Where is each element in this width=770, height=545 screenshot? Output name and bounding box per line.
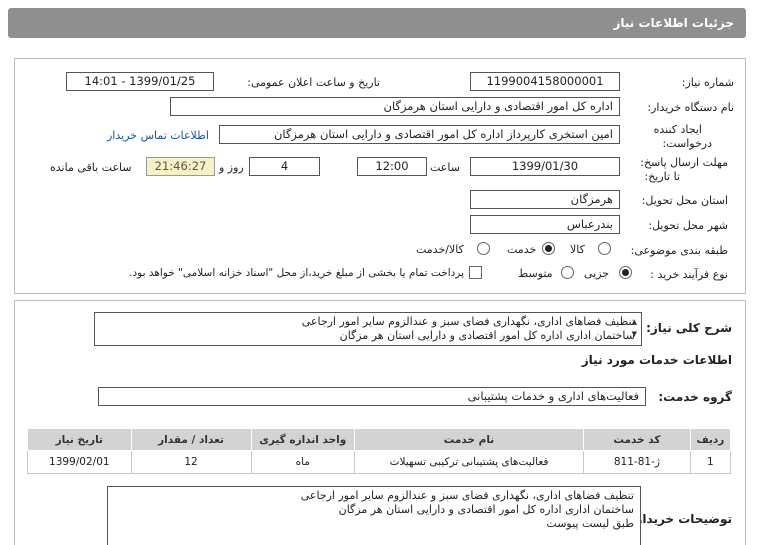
- notes-line-2: ساختمان اداری اداره کل امور اقتصادی و دا…: [338, 503, 634, 516]
- cell-service-code: ژ-81-811: [582, 450, 691, 474]
- city-field: بندرعباس: [470, 215, 620, 234]
- service-group-label: گروه خدمت:: [658, 390, 732, 404]
- cell-quantity: 12: [130, 450, 252, 474]
- days-label: روز و: [219, 161, 244, 174]
- buyer-label: نام دستگاه خریدار:: [647, 101, 734, 114]
- category-goods-radio[interactable]: [598, 242, 611, 255]
- table-header-row: ردیف کد خدمت نام خدمت واحد اندازه گیری ت…: [27, 428, 732, 451]
- category-service-radio[interactable]: [542, 242, 555, 255]
- buyer-notes-textarea: تنظیف فضاهای اداری، نگهداری فضای سبز و ع…: [107, 486, 641, 545]
- deadline-label-2: تا تاریخ:: [644, 170, 680, 183]
- deadline-label-1: مهلت ارسال پاسخ:: [640, 156, 728, 169]
- category-goods-service-label: کالا/خدمت: [416, 243, 464, 256]
- treasury-payment-checkbox[interactable]: [469, 266, 482, 279]
- table-row: 1 ژ-81-811 فعالیت‌های پشتیبانی ترکیبی تس…: [27, 450, 732, 474]
- buyer-contact-link[interactable]: اطلاعات تماس خریدار: [107, 129, 209, 142]
- process-minor-radio[interactable]: [619, 266, 632, 279]
- buyer-notes-label: توضیحات خریدار:: [630, 512, 732, 526]
- remaining-time-field: 21:46:27: [146, 157, 215, 176]
- process-minor-label: جزیی: [584, 267, 610, 280]
- province-field: هرمزگان: [470, 190, 620, 209]
- process-medium-label: متوسط: [518, 267, 553, 280]
- deadline-date-field: 1399/01/30: [470, 157, 620, 176]
- category-goods-label: کالا: [570, 243, 585, 256]
- summary-textarea: تنظیف فضاهای اداری، نگهداری فضای سبز و ع…: [94, 312, 642, 346]
- need-number-field: 1199004158000001: [470, 72, 620, 91]
- summary-label: شرح کلی نیاز:: [646, 321, 732, 335]
- remaining-time-label: ساعت باقی مانده: [50, 161, 132, 174]
- city-label: شهر محل تحویل:: [648, 219, 728, 232]
- process-medium-radio[interactable]: [561, 266, 574, 279]
- need-number-label: شماره نیاز:: [681, 76, 734, 89]
- need-info-panel: [14, 58, 746, 294]
- category-service-label: خدمت: [507, 243, 537, 256]
- category-goods-service-radio[interactable]: [477, 242, 490, 255]
- cell-service-name: فعالیت‌های پشتیبانی ترکیبی تسهیلات: [354, 450, 584, 474]
- notes-line-1: تنظیف فضاهای اداری، نگهداری فضای سبز و ع…: [300, 489, 634, 502]
- treasury-payment-note: پرداخت تمام یا بخشی از مبلغ خرید،از محل …: [129, 267, 464, 279]
- buyer-field: اداره کل امور اقتصادی و دارایی استان هرم…: [170, 97, 620, 116]
- services-table: ردیف کد خدمت نام خدمت واحد اندازه گیری ت…: [27, 428, 732, 474]
- col-header-service-name: نام خدمت: [354, 428, 584, 451]
- announce-date-field: 1399/01/25 - 14:01: [66, 72, 214, 91]
- deadline-time-label: ساعت: [430, 161, 460, 174]
- cell-need-date: 1399/02/01: [27, 450, 132, 474]
- notes-line-3: طبق لیست پیوست: [546, 517, 634, 530]
- days-remaining-field: 4: [249, 157, 320, 176]
- scroll-down-icon[interactable]: ▼: [632, 327, 637, 341]
- province-label: استان محل تحویل:: [641, 194, 728, 207]
- col-header-service-code: کد خدمت: [582, 428, 691, 451]
- deadline-time-field: 12:00: [357, 157, 427, 176]
- category-label: طبقه بندی موضوعی:: [630, 244, 728, 257]
- cell-row-num: 1: [689, 450, 732, 474]
- summary-line-2: ساختمان اداری اداره کل امور اقتصادی و دا…: [339, 329, 635, 342]
- col-header-row-num: ردیف: [689, 428, 732, 451]
- col-header-unit: واحد اندازه گیری: [250, 428, 356, 451]
- services-section-title: اطلاعات خدمات مورد نیاز: [581, 353, 732, 367]
- requester-label-2: درخواست:: [662, 137, 712, 150]
- col-header-quantity: تعداد / مقدار: [130, 428, 252, 451]
- requester-field: امین استخری کارپرداز اداره کل امور اقتصا…: [219, 125, 620, 144]
- summary-line-1: تنظیف فضاهای اداری، نگهداری فضای سبز و ع…: [301, 315, 635, 328]
- service-group-field: فعالیت‌های اداری و خدمات پشتیبانی: [98, 387, 646, 406]
- cell-unit: ماه: [250, 450, 356, 474]
- col-header-need-date: تاریخ نیاز: [27, 428, 132, 451]
- page-header: جزئیات اطلاعات نیاز: [8, 8, 746, 38]
- requester-label-1: ایجاد کننده: [653, 123, 702, 136]
- announce-date-label: تاریخ و ساعت اعلان عمومی:: [247, 76, 380, 89]
- page-title: جزئیات اطلاعات نیاز: [613, 16, 734, 30]
- process-label: نوع فرآیند خرید :: [650, 268, 728, 281]
